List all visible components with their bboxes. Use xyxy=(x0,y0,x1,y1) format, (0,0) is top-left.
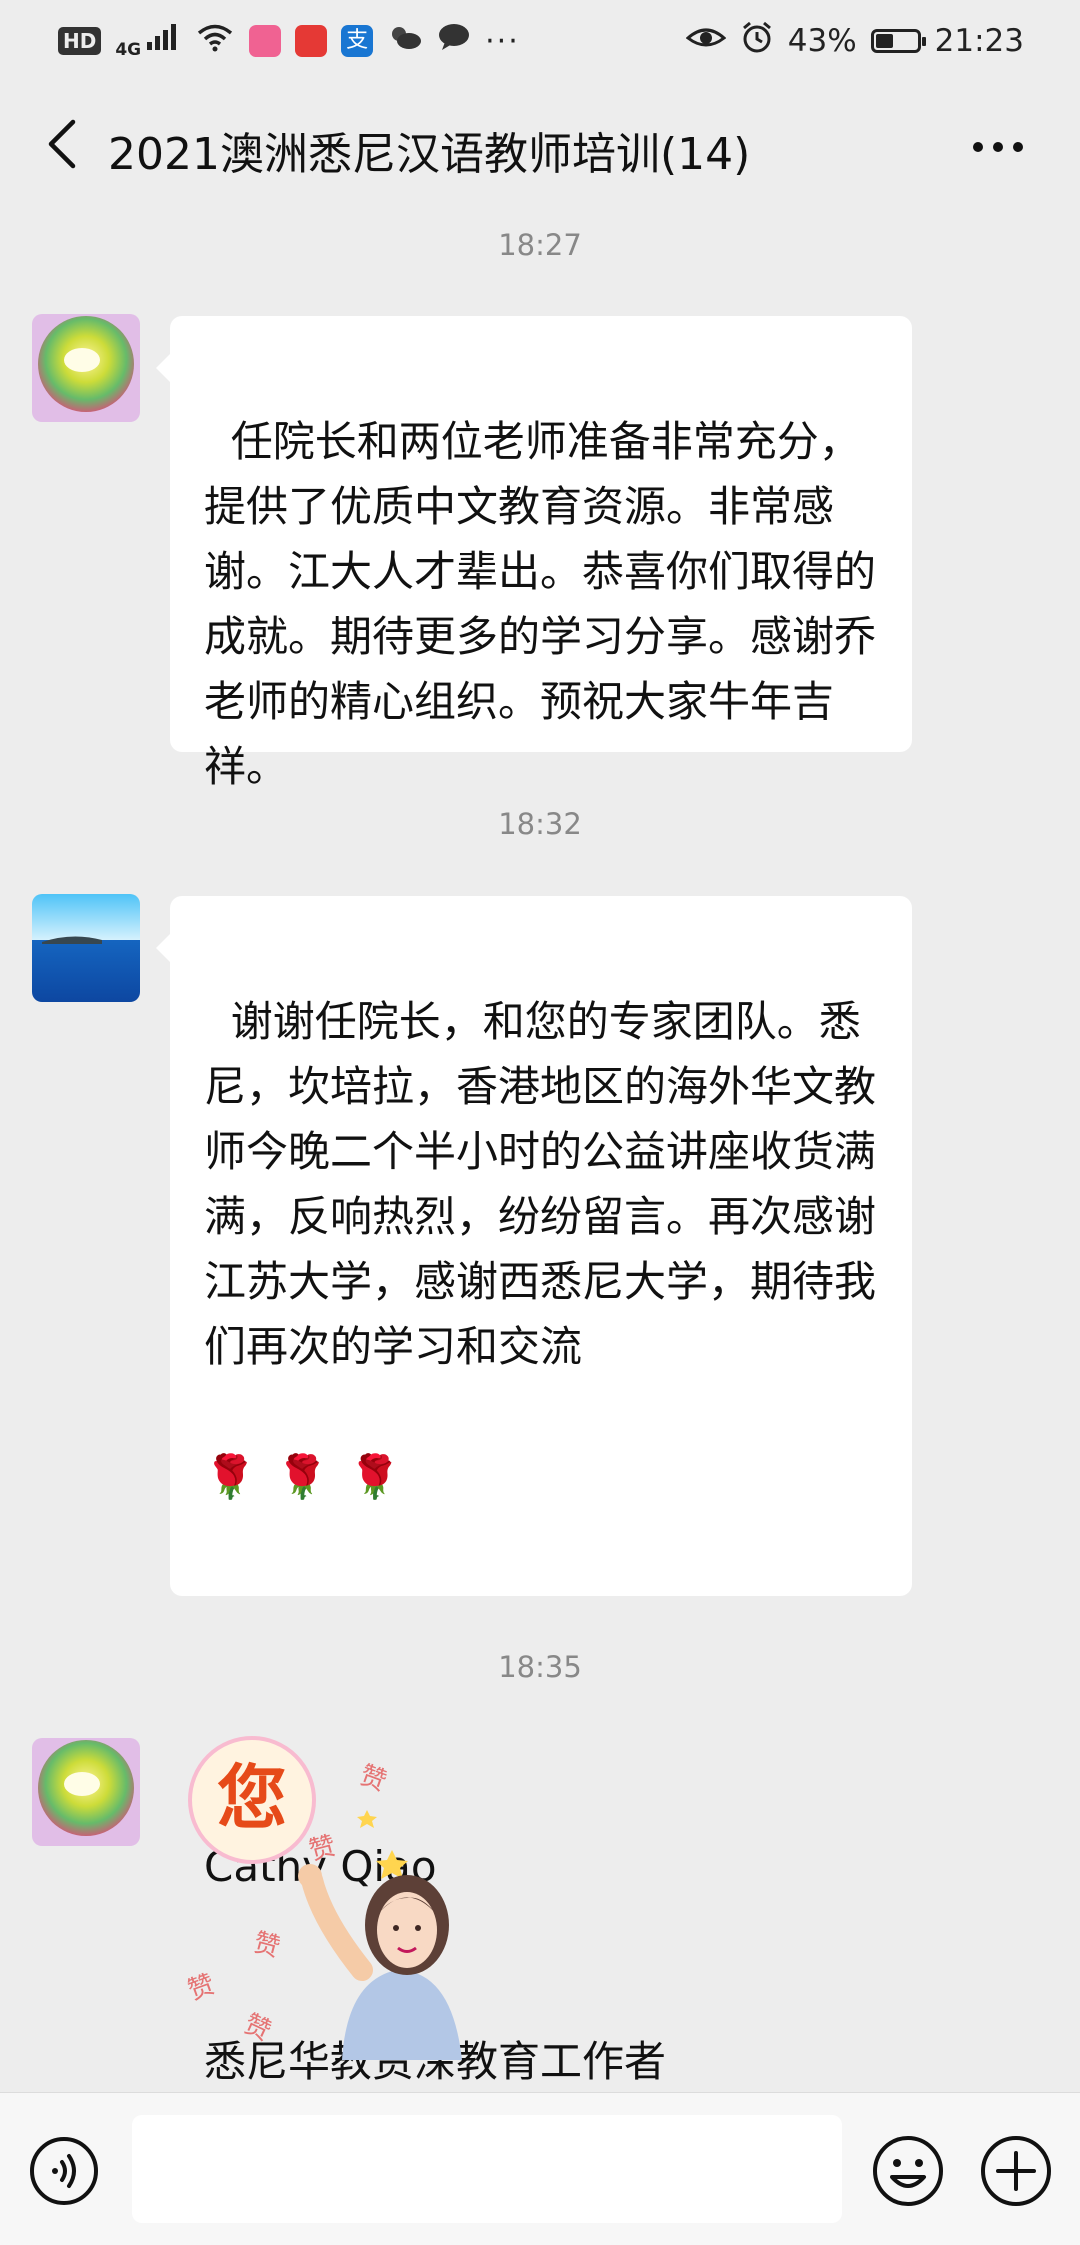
back-button[interactable] xyxy=(32,114,92,174)
rose-avatar[interactable] xyxy=(32,314,140,422)
sticker-message[interactable]: 您 赞 赞 赞 赞 赞 xyxy=(162,1730,492,2060)
chat-title: 2021澳洲悉尼汉语教师培训(14) xyxy=(108,129,751,180)
sticker-main-char: 您 xyxy=(217,1757,287,1839)
sticker-praise-text: 赞 xyxy=(356,1760,391,1797)
status-bar-left: HD 4G 支 ··· xyxy=(58,22,520,60)
emoji-button[interactable] xyxy=(870,2133,946,2209)
more-dots-icon xyxy=(973,142,1023,152)
message-text: 任院长和两位老师准备非常充分，提供了优质中文教育资源。非常感谢。江大人才辈出。恭… xyxy=(204,417,877,791)
wifi-icon xyxy=(195,22,235,60)
battery-percent: 43% xyxy=(787,23,857,59)
rose-avatar[interactable] xyxy=(32,1738,140,1846)
emoji-icon xyxy=(873,2136,943,2206)
add-icon xyxy=(981,2136,1051,2206)
message-bubble[interactable]: 任院长和两位老师准备非常充分，提供了优质中文教育资源。非常感谢。江大人才辈出。恭… xyxy=(156,316,912,791)
ocean-avatar[interactable] xyxy=(32,894,140,1002)
sticker-praise-text: 赞 xyxy=(306,1831,339,1867)
chat-header: 2021澳洲悉尼汉语教师培训(14) xyxy=(0,82,1080,210)
sticker-praise-text: 赞 xyxy=(184,1969,219,2006)
message-icon xyxy=(437,22,471,60)
more-notifications-icon: ··· xyxy=(485,23,520,59)
message-bubble[interactable]: 谢谢任院长，和您的专家团队。悉尼，坎培拉，香港地区的海外华文教师今晚二个半小时的… xyxy=(156,896,912,2086)
message-input[interactable] xyxy=(132,2115,842,2223)
voice-icon xyxy=(30,2137,98,2205)
message-timestamp: 18:32 xyxy=(498,807,582,841)
status-bar-right: 43% 21:23 xyxy=(685,20,1024,62)
eye-comfort-icon xyxy=(685,22,727,60)
message-timestamp: 18:27 xyxy=(498,228,582,262)
battery-level xyxy=(875,34,893,48)
sticker-praise-text: 赞 xyxy=(250,1928,283,1964)
alarm-icon xyxy=(740,20,774,62)
rose-emoji-line: 🌹🌹🌹 xyxy=(204,1452,421,1501)
add-button[interactable] xyxy=(978,2133,1054,2209)
chat-input-bar xyxy=(0,2092,1080,2245)
hd-badge: HD xyxy=(58,27,102,55)
network-type: 4G xyxy=(115,40,142,60)
signal-icon xyxy=(145,22,181,60)
status-bar: HD 4G 支 ··· 43% 21:23 xyxy=(0,0,1080,82)
alipay-icon: 支 xyxy=(341,25,374,57)
sticker-praise-text: 赞 xyxy=(239,2009,275,2047)
app-notification-icon xyxy=(249,25,282,57)
app-notification-icon xyxy=(295,25,328,57)
weather-icon xyxy=(387,23,423,59)
battery-icon xyxy=(870,29,926,53)
message-text: 谢谢任院长，和您的专家团队。悉尼，坎培拉，香港地区的海外华文教师今晚二个半小时的… xyxy=(204,997,877,1371)
message-timestamp: 18:35 xyxy=(498,1650,582,1684)
chat-more-button[interactable] xyxy=(968,122,1028,172)
back-arrow-icon xyxy=(48,119,76,169)
voice-button[interactable] xyxy=(28,2135,100,2207)
clock-time: 21:23 xyxy=(934,23,1024,59)
